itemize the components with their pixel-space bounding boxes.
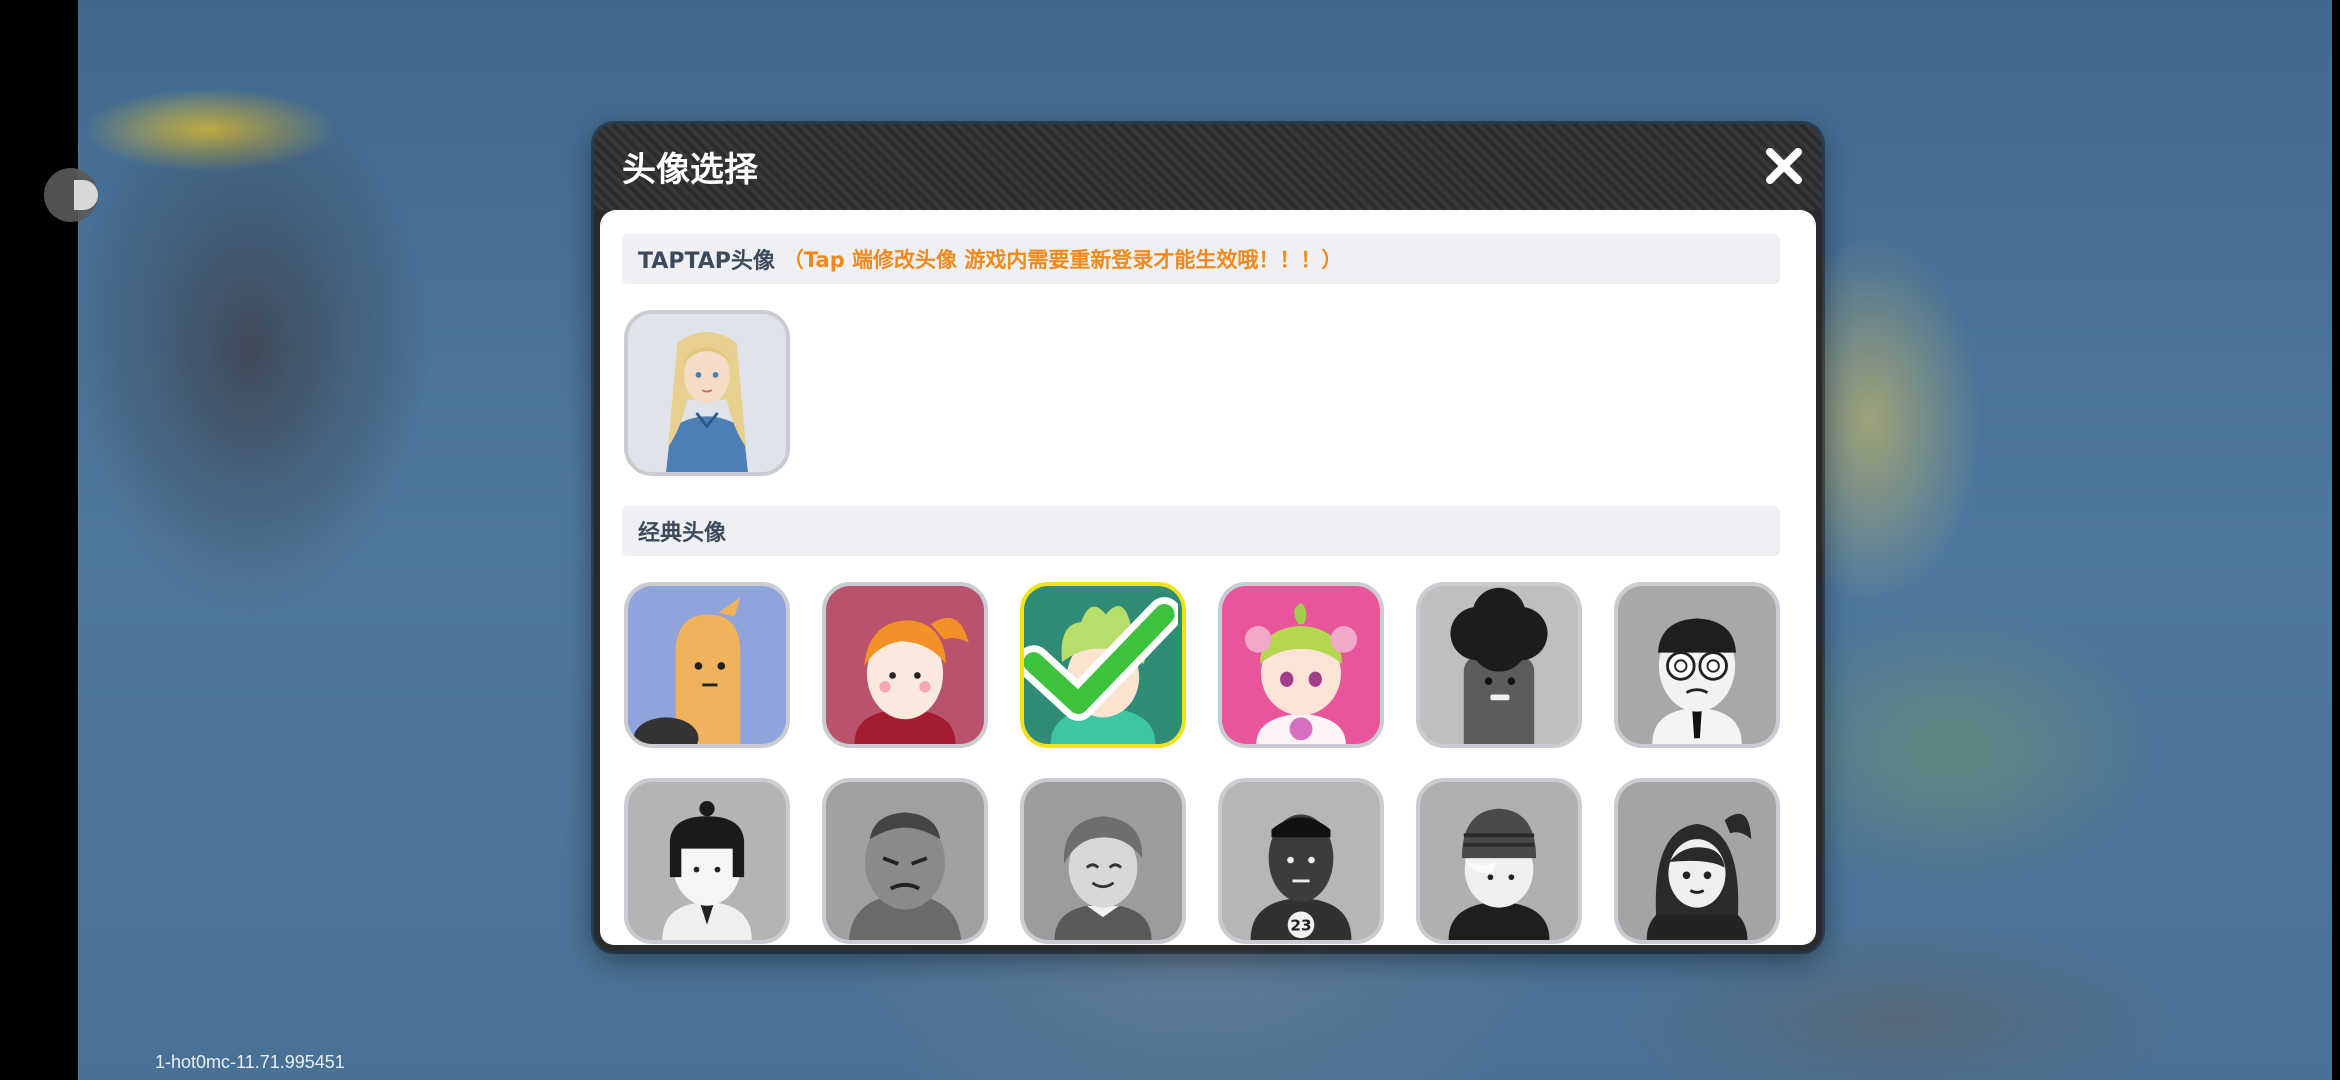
taptap-avatar[interactable] (624, 310, 790, 476)
bob-hair-girl-character-icon (628, 782, 786, 940)
avatar-green-hair-boy[interactable] (1020, 582, 1186, 748)
selected-check-icon (1024, 597, 1178, 721)
taptap-section-note: （Tap 端修改头像 游戏内需要重新登录才能生效哦！！！） (782, 248, 1343, 272)
blonde-woman-portrait-icon (628, 314, 786, 472)
classic-section-header: 经典头像 (622, 506, 1780, 556)
close-icon (1766, 148, 1802, 184)
avatar-select-dialog: 头像选择 TAPTAP头像 （Tap 端修改头像 游戏内需要重新登录才能生效哦！… (594, 124, 1822, 951)
avatar-bald-brawler[interactable] (822, 778, 988, 944)
taptap-section-header: TAPTAP头像 （Tap 端修改头像 游戏内需要重新登录才能生效哦！！！） (622, 234, 1780, 284)
avatar-basketball-23[interactable]: 23 (1218, 778, 1384, 944)
floating-side-handle[interactable] (44, 168, 98, 222)
screen-right-bezel (2332, 0, 2340, 1080)
dialog-body: TAPTAP头像 （Tap 端修改头像 游戏内需要重新登录才能生效哦！！！） 经… (600, 210, 1816, 945)
avatar-orange-bean[interactable] (624, 582, 790, 748)
long-hair-girl-character-icon (1618, 782, 1776, 940)
avatar-smiling-lady[interactable] (1020, 778, 1186, 944)
orange-bean-character-icon (628, 586, 786, 744)
afro-character-icon (1420, 586, 1578, 744)
classic-section-label: 经典头像 (638, 521, 727, 546)
avatar-pink-bun-girl[interactable] (1218, 582, 1384, 748)
dialog-title: 头像选择 (622, 150, 758, 190)
avatar-bob-hair-girl[interactable] (624, 778, 790, 944)
avatar-afro[interactable] (1416, 582, 1582, 748)
avatar-beanie-kid[interactable] (1416, 778, 1582, 944)
dialog-header: 头像选择 (594, 124, 1822, 210)
version-label: 1-hot0mc-11.71.995451 (155, 1052, 345, 1072)
ponytail-girl-character-icon (826, 586, 984, 744)
beanie-kid-character-icon (1420, 782, 1578, 940)
glasses-suit-character-icon (1618, 586, 1776, 744)
svg-text:23: 23 (1290, 916, 1311, 934)
close-button[interactable] (1760, 142, 1808, 190)
basketball-player-character-icon: 23 (1222, 782, 1380, 940)
pink-bun-girl-character-icon (1222, 586, 1380, 744)
screen-left-bezel (0, 0, 78, 1080)
avatar-long-hair-girl[interactable] (1614, 778, 1780, 944)
taptap-section-label: TAPTAP头像 (638, 249, 775, 274)
avatar-glasses-suit[interactable] (1614, 582, 1780, 748)
smiling-lady-character-icon (1024, 782, 1182, 940)
avatar-ponytail-girl[interactable] (822, 582, 988, 748)
bald-brawler-character-icon (826, 782, 984, 940)
